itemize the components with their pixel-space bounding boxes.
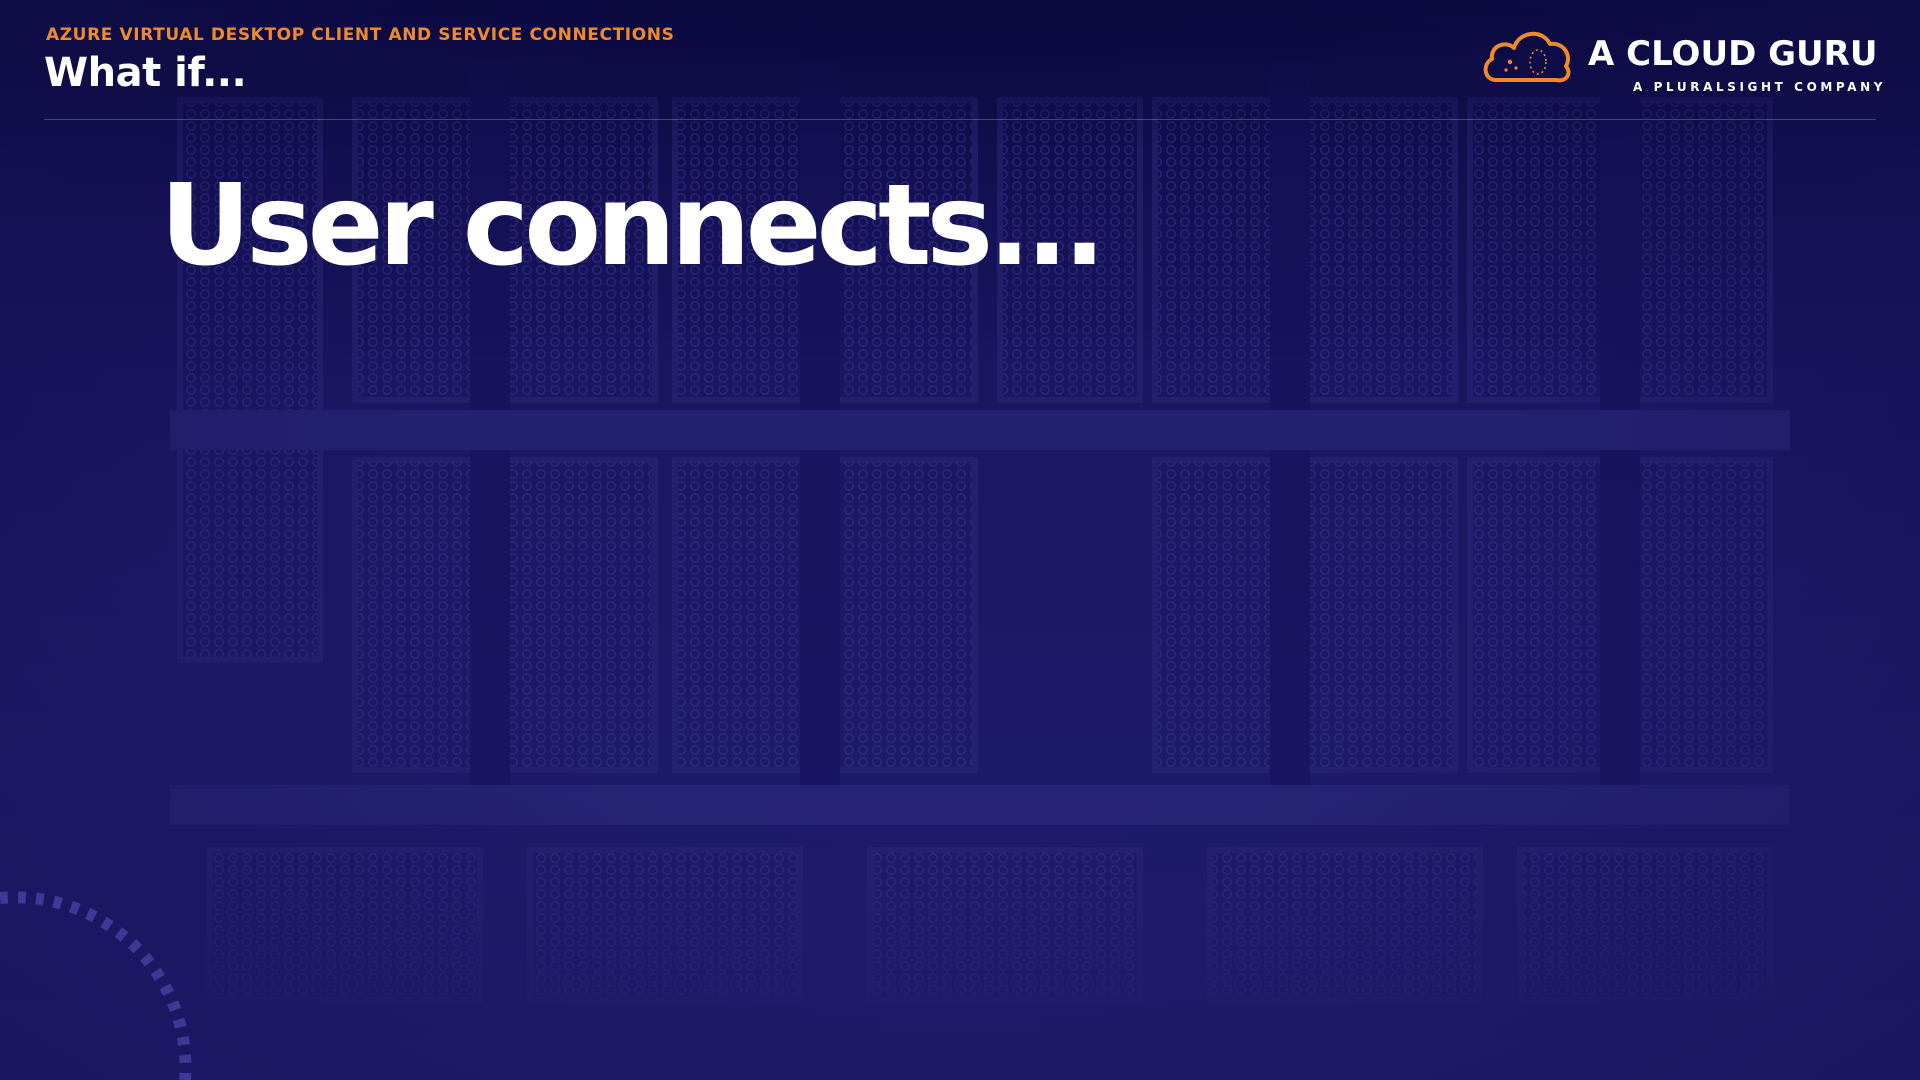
decorative-dotted-arc <box>0 891 192 1080</box>
slide: AZURE VIRTUAL DESKTOP CLIENT AND SERVICE… <box>0 0 1920 1080</box>
section-label: AZURE VIRTUAL DESKTOP CLIENT AND SERVICE… <box>46 25 675 45</box>
cloud-icon <box>1483 32 1571 83</box>
brand-tagline: A PLURALSIGHT COMPANY <box>1633 80 1887 94</box>
header-divider <box>44 119 1876 120</box>
brand-logo: A CLOUD GURU A PLURALSIGHT COMPANY <box>1480 26 1882 96</box>
slide-title: What if... <box>44 50 247 96</box>
brand-name: A CLOUD GURU <box>1588 34 1878 74</box>
headline: User connects... <box>160 161 1106 291</box>
